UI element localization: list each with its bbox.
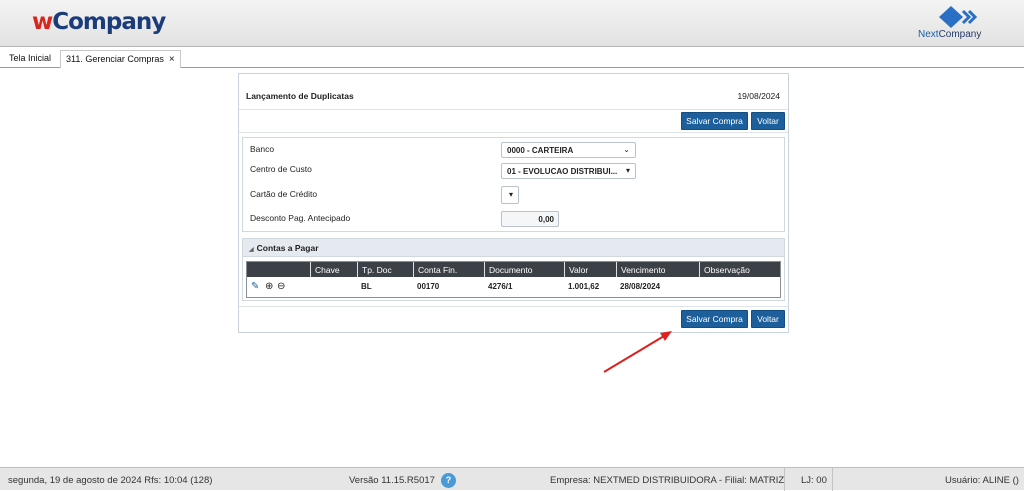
status-version: Versão 11.15.R5017	[349, 475, 435, 486]
contas-pagar-panel: ◢ Contas a Pagar Chave Tp. Doc Conta Fin.…	[242, 238, 785, 301]
status-bar: segunda, 19 de agosto de 2024 Rfs: 10:04…	[0, 467, 1024, 491]
col-conta-fin[interactable]: Conta Fin.	[413, 262, 484, 277]
diamond-logo-icon	[939, 6, 978, 28]
nextcompany-logo: NextCompany	[918, 5, 988, 43]
col-vencimento[interactable]: Vencimento	[616, 262, 699, 277]
close-icon[interactable]: ×	[169, 54, 175, 65]
contas-pagar-header[interactable]: ◢ Contas a Pagar	[243, 239, 784, 257]
desconto-label: Desconto Pag. Antecipado	[250, 213, 351, 223]
add-circle-icon[interactable]: ⊕	[265, 281, 273, 292]
edit-pencil-icon[interactable]: ✎	[251, 281, 259, 292]
app-header: wCompany NextCompany	[0, 0, 1024, 47]
status-lj: LJ: 00	[801, 475, 827, 486]
payment-form: Banco 0000 - CARTEIRA ⌄ Centro de Custo 0…	[242, 137, 785, 232]
save-button-top[interactable]: Salvar Compra	[681, 112, 748, 130]
col-actions	[247, 262, 310, 277]
chevron-down-icon: ▾	[625, 166, 630, 175]
cell-vencimento: 28/08/2024	[620, 282, 661, 291]
tab-bar: Tela Inicial 311. Gerenciar Compras ×	[0, 48, 1024, 68]
status-empresa: Empresa: NEXTMED DISTRIBUIDORA - Filial:…	[550, 475, 785, 486]
bottom-toolbar: Salvar Compra Voltar	[239, 306, 788, 332]
help-icon[interactable]: ?	[441, 473, 456, 488]
table-row[interactable]: ✎ ⊕ ⊖ BL 00170 4276/1 1.001,62 28/08/202…	[247, 277, 780, 297]
tab-tela-inicial[interactable]: Tela Inicial	[4, 50, 56, 68]
centro-custo-select[interactable]: 01 - EVOLUCAO DISTRIBUI... ▾	[501, 163, 636, 179]
cartao-credito-label: Cartão de Crédito	[250, 189, 318, 199]
banco-select[interactable]: 0000 - CARTEIRA ⌄	[501, 142, 636, 158]
table-header: Chave Tp. Doc Conta Fin. Documento Valor…	[247, 262, 780, 277]
contas-table: Chave Tp. Doc Conta Fin. Documento Valor…	[246, 261, 781, 298]
remove-circle-icon[interactable]: ⊖	[277, 281, 285, 292]
banco-label: Banco	[250, 144, 275, 154]
desconto-input[interactable]: 0,00	[501, 211, 559, 227]
collapse-triangle-icon: ◢	[249, 247, 254, 253]
status-divider	[784, 468, 785, 491]
cell-conta-fin: 00170	[417, 282, 440, 291]
cell-documento: 4276/1	[488, 282, 513, 291]
col-documento[interactable]: Documento	[484, 262, 564, 277]
cell-valor: 1.001,62	[568, 282, 600, 291]
back-button-top[interactable]: Voltar	[751, 112, 785, 130]
page-date: 19/08/2024	[737, 91, 780, 101]
status-usuario: Usuário: ALINE ()	[945, 475, 1019, 486]
status-divider	[832, 468, 833, 491]
cartao-credito-select[interactable]: ▾	[501, 186, 519, 204]
back-button-bottom[interactable]: Voltar	[751, 310, 785, 328]
wcompany-logo: wCompany	[32, 9, 166, 35]
chevron-down-icon: ▾	[508, 190, 513, 199]
chevron-down-icon: ⌄	[623, 145, 630, 154]
cell-tpdoc: BL	[361, 282, 372, 291]
col-tpdoc[interactable]: Tp. Doc	[357, 262, 413, 277]
status-date: segunda, 19 de agosto de 2024 Rfs: 10:04…	[8, 475, 213, 486]
duplicatas-panel: Lançamento de Duplicatas 19/08/2024 Salv…	[238, 73, 789, 333]
col-chave[interactable]: Chave	[310, 262, 357, 277]
col-valor[interactable]: Valor	[564, 262, 616, 277]
save-button-bottom[interactable]: Salvar Compra	[681, 310, 748, 328]
page-title: Lançamento de Duplicatas	[246, 91, 354, 101]
tab-gerenciar-compras[interactable]: 311. Gerenciar Compras ×	[60, 50, 181, 68]
top-toolbar: Salvar Compra Voltar	[239, 109, 788, 133]
centro-custo-label: Centro de Custo	[250, 164, 312, 174]
col-observacao[interactable]: Observação	[699, 262, 780, 277]
